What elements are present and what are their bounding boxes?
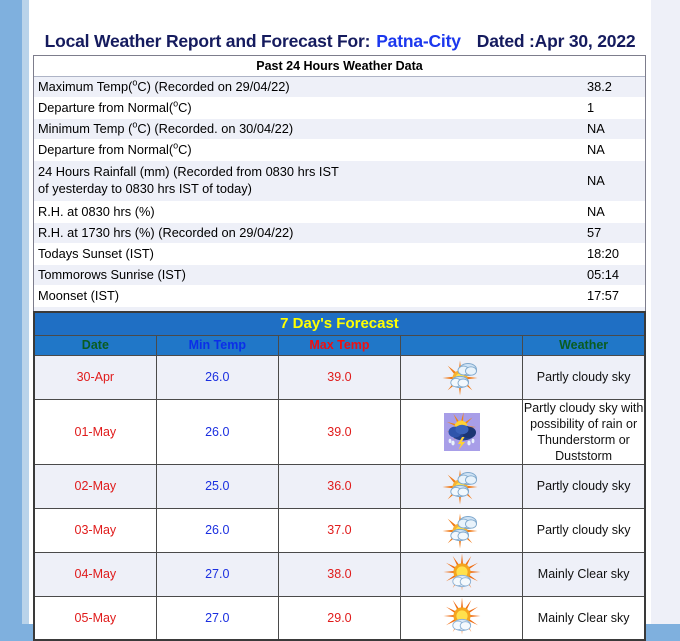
row-label-suffix: C) (Recorded. on 30/04/22) xyxy=(137,121,294,136)
row-label: Tommorows Sunrise (IST) xyxy=(38,267,186,282)
past-24-hours-row: Tommorows Sunrise (IST) 05:14 xyxy=(34,265,645,286)
row-label-prefix: Minimum Temp ( xyxy=(38,121,133,136)
row-label: Todays Sunset (IST) xyxy=(38,246,154,261)
mainly-clear-sun-icon xyxy=(443,554,481,591)
row-value: 38.2 xyxy=(587,79,612,94)
forecast-date-cell: 04-May xyxy=(33,551,157,597)
forecast-max-temp-cell: 36.0 xyxy=(277,463,402,509)
forecast-weather-text-cell: Partly cloudy sky with possibility of ra… xyxy=(522,398,646,465)
forecast-date-cell: 02-May xyxy=(33,463,157,509)
forecast-weather-text-cell: Mainly Clear sky xyxy=(522,551,646,597)
row-label-prefix: Departure from Normal( xyxy=(38,100,174,115)
row-value: NA xyxy=(587,142,605,157)
forecast-min-temp-cell: 27.0 xyxy=(155,551,279,597)
past-24-hours-row: R.H. at 1730 hrs (%) (Recorded on 29/04/… xyxy=(34,223,645,244)
row-label-prefix: Maximum Temp( xyxy=(38,79,133,94)
row-value: NA xyxy=(587,173,605,188)
forecast-row: 01-May 26.0 39.0 Partly cloudy sky with po… xyxy=(33,398,646,465)
past-24-hours-title: Past 24 Hours Weather Data xyxy=(34,56,645,77)
forecast-weather-text-cell: Mainly Clear sky xyxy=(522,595,646,641)
row-label: 24 Hours Rainfall (mm) (Recorded from 08… xyxy=(38,164,339,196)
forecast-min-temp-cell: 27.0 xyxy=(155,595,279,641)
row-label: Minimum Temp (oC) (Recorded. on 30/04/22… xyxy=(34,119,587,139)
forecast-rows: 30-Apr 26.0 39.0 Partly cloudy sky 01-May 26… xyxy=(33,354,646,641)
forecast-weather-text-cell: Partly cloudy sky xyxy=(522,354,646,400)
forecast-weather-icon-cell xyxy=(400,551,524,597)
column-header-min-temp: Min Temp xyxy=(155,334,279,356)
row-label: Maximum Temp(oC) (Recorded on 29/04/22) xyxy=(34,77,587,97)
column-header-icon xyxy=(400,334,524,356)
row-label-suffix: C) xyxy=(178,142,192,157)
column-header-weather: Weather xyxy=(522,334,646,356)
past-24-hours-row: Todays Sunset (IST) 18:20 xyxy=(34,244,645,265)
forecast-row: 02-May 25.0 36.0 Partly cloudy sky xyxy=(33,463,646,509)
forecast-row: 30-Apr 26.0 39.0 Partly cloudy sky xyxy=(33,354,646,400)
forecast-weather-icon-cell xyxy=(400,398,524,465)
row-label: Departure from Normal(oC) xyxy=(34,140,587,160)
column-header-max-temp: Max Temp xyxy=(277,334,402,356)
row-label: R.H. at 1730 hrs (%) (Recorded on 29/04/… xyxy=(38,225,294,240)
page-title-date: Dated :Apr 30, 2022 xyxy=(476,30,636,51)
row-label: Departure from Normal(oC) xyxy=(34,98,587,118)
forecast-date-cell: 05-May xyxy=(33,595,157,641)
past-24-hours-rows: Maximum Temp(oC) (Recorded on 29/04/22) 3… xyxy=(34,77,645,328)
forecast-max-temp-cell: 29.0 xyxy=(277,595,402,641)
row-label-prefix: Departure from Normal( xyxy=(38,142,174,157)
past-24-hours-row: 24 Hours Rainfall (mm) (Recorded from 08… xyxy=(34,161,645,202)
past-24-hours-row: Departure from Normal(oC) NA xyxy=(34,140,645,161)
forecast-header-row: Date Min Temp Max Temp Weather xyxy=(33,334,646,356)
page-title: Local Weather Report and Forecast For: P… xyxy=(29,26,651,56)
forecast-weather-text-cell: Partly cloudy sky xyxy=(522,507,646,553)
partly-cloudy-sun-icon xyxy=(442,513,478,549)
forecast-min-temp-cell: 26.0 xyxy=(155,354,279,400)
row-value: NA xyxy=(587,204,605,219)
partly-cloudy-sun-icon xyxy=(442,469,478,505)
forecast-min-temp-cell: 26.0 xyxy=(155,398,279,465)
past-24-hours-row: Maximum Temp(oC) (Recorded on 29/04/22) 3… xyxy=(34,77,645,98)
forecast-weather-icon-cell xyxy=(400,354,524,400)
row-label-suffix: C) (Recorded on 29/04/22) xyxy=(137,79,290,94)
column-header-date: Date xyxy=(33,334,157,356)
forecast-weather-icon-cell xyxy=(400,595,524,641)
row-value: 18:20 xyxy=(587,246,620,261)
row-label-suffix: C) xyxy=(178,100,192,115)
page-title-city: Patna-City xyxy=(376,30,461,51)
row-label: R.H. at 0830 hrs (%) xyxy=(38,204,155,219)
past-24-hours-panel: Past 24 Hours Weather Data Maximum Temp(… xyxy=(33,55,646,329)
forecast-max-temp-cell: 39.0 xyxy=(277,354,402,400)
forecast-row: 05-May 27.0 29.0 Mainly Clear sky xyxy=(33,595,646,641)
forecast-weather-text-cell: Partly cloudy sky xyxy=(522,463,646,509)
forecast-row: 04-May 27.0 38.0 Mainly Clear sky xyxy=(33,551,646,597)
row-value: 05:14 xyxy=(587,267,620,282)
forecast-min-temp-cell: 25.0 xyxy=(155,463,279,509)
row-label: Moonset (IST) xyxy=(38,288,120,303)
mainly-clear-sun-icon xyxy=(443,597,481,635)
row-value: 1 xyxy=(587,100,595,115)
forecast-title: 7 Day's Forecast xyxy=(33,311,646,336)
past-24-hours-row: Departure from Normal(oC) 1 xyxy=(34,98,645,119)
partly-cloudy-sun-icon xyxy=(442,360,478,396)
weather-report-page: Local Weather Report and Forecast For: P… xyxy=(0,0,680,641)
page-title-prefix: Local Weather Report and Forecast For: xyxy=(44,30,371,51)
seven-day-forecast-table: 7 Day's Forecast Date Min Temp Max Temp … xyxy=(33,311,646,641)
row-value: 57 xyxy=(587,225,602,240)
forecast-weather-icon-cell xyxy=(400,463,524,509)
forecast-date-cell: 01-May xyxy=(33,398,157,465)
thunderstorm-icon xyxy=(443,411,480,451)
forecast-max-temp-cell: 37.0 xyxy=(277,507,402,553)
forecast-max-temp-cell: 39.0 xyxy=(277,398,402,465)
forecast-date-cell: 03-May xyxy=(33,507,157,553)
past-24-hours-row: R.H. at 0830 hrs (%) NA xyxy=(34,202,645,223)
row-value: 17:57 xyxy=(587,288,620,303)
forecast-date-cell: 30-Apr xyxy=(33,354,157,400)
forecast-weather-icon-cell xyxy=(400,507,524,553)
past-24-hours-row: Moonset (IST) 17:57 xyxy=(34,286,645,307)
forecast-max-temp-cell: 38.0 xyxy=(277,551,402,597)
row-value: NA xyxy=(587,121,605,136)
forecast-min-temp-cell: 26.0 xyxy=(155,507,279,553)
forecast-row: 03-May 26.0 37.0 Partly cloudy sky xyxy=(33,507,646,553)
past-24-hours-row: Minimum Temp (oC) (Recorded. on 30/04/22… xyxy=(34,119,645,140)
